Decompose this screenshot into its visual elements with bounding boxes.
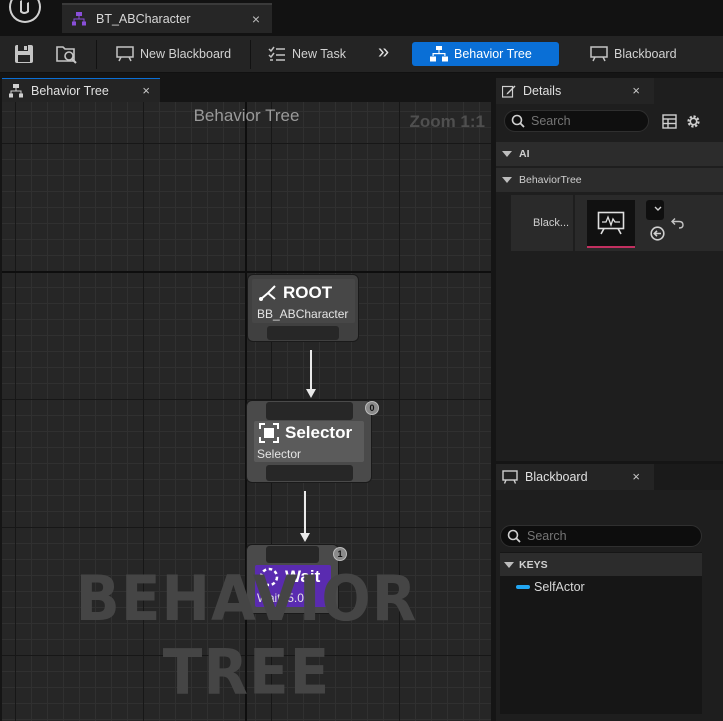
behavior-tree-editor: BT_ABCharacter × New Blackboard New Task… [0, 0, 723, 721]
root-node-subtitle: BB_ABCharacter [257, 307, 349, 321]
property-label-blackboard: Black... [533, 217, 570, 229]
selector-node-subtitle: Selector [257, 447, 302, 461]
unreal-logo-icon[interactable] [2, 0, 44, 30]
blackboard-icon [502, 470, 518, 484]
toolbar: New Blackboard New Task » Behavior Tree … [0, 36, 723, 73]
object-key-type-icon [516, 585, 530, 589]
asset-tab-bt-abcharacter[interactable]: BT_ABCharacter × [62, 3, 272, 33]
blackboard-key-name: SelfActor [534, 580, 585, 594]
details-search-input[interactable] [531, 114, 631, 128]
behavior-tree-icon [9, 83, 23, 97]
settings-gear-icon[interactable] [685, 113, 702, 130]
root-node-title: ROOT [259, 283, 332, 303]
new-blackboard-button[interactable]: New Blackboard [116, 42, 231, 66]
table-view-icon[interactable] [662, 114, 677, 129]
title-bar: BT_ABCharacter × [0, 0, 723, 36]
root-icon [259, 285, 276, 301]
search-icon [511, 114, 525, 128]
collapse-arrow-icon [502, 151, 512, 157]
blackboard-mode-label: Blackboard [614, 47, 677, 61]
use-selected-asset-icon[interactable] [650, 226, 665, 241]
blackboard-panel: Blackboard × KEYS SelfActor [496, 464, 723, 721]
selector-node-title: Selector [259, 423, 352, 443]
pencil-icon [502, 85, 516, 98]
graph-watermark: BEHAVIOR TREE [75, 561, 418, 709]
connection-arrowhead [306, 389, 316, 398]
selector-output-pin[interactable] [266, 465, 353, 481]
root-node[interactable]: ROOT BB_ABCharacter [247, 274, 359, 342]
collapse-arrow-icon [504, 561, 514, 568]
reset-to-default-icon[interactable] [671, 217, 684, 229]
tab-details-label: Details [523, 84, 562, 98]
category-behaviortree[interactable]: BehaviorTree [496, 168, 723, 192]
behavior-tree-mode-label: Behavior Tree [454, 47, 532, 61]
asset-tab-label: BT_ABCharacter [96, 12, 191, 26]
new-task-label: New Task [292, 47, 346, 61]
toolbar-separator [96, 40, 97, 69]
tab-blackboard[interactable]: Blackboard × [496, 464, 654, 490]
tab-behavior-tree-label: Behavior Tree [31, 83, 109, 98]
blackboard-key-row[interactable]: SelfActor [500, 577, 702, 597]
blackboard-mode-button[interactable]: Blackboard [590, 42, 677, 66]
toolbar-overflow-icon[interactable]: » [378, 40, 389, 64]
asset-picker-combo[interactable] [646, 200, 664, 220]
keys-category-header[interactable]: KEYS [500, 553, 702, 576]
blackboard-icon [116, 46, 134, 62]
tab-close-icon[interactable]: × [632, 469, 640, 484]
property-name-cell: Black... [511, 195, 573, 251]
blackboard-search-field[interactable] [500, 525, 702, 547]
collapse-arrow-icon [502, 177, 512, 183]
tab-behavior-tree[interactable]: Behavior Tree × [2, 78, 160, 102]
selector-node[interactable]: Selector Selector 0 [246, 400, 379, 483]
tab-blackboard-label: Blackboard [525, 470, 588, 484]
blackboard-asset-thumbnail[interactable] [587, 200, 635, 248]
behavior-tree-asset-icon [72, 12, 86, 26]
task-list-icon [268, 46, 285, 61]
new-task-button[interactable]: New Task [268, 42, 346, 66]
toolbar-separator [250, 40, 251, 69]
tab-close-icon[interactable]: × [632, 83, 640, 98]
execution-index-badge: 1 [333, 547, 347, 561]
blackboard-search-input[interactable] [527, 529, 627, 543]
save-icon[interactable] [14, 44, 34, 64]
graph-tab-bar: Behavior Tree × [0, 78, 490, 102]
execution-index-badge: 0 [365, 401, 379, 415]
selector-icon [259, 423, 279, 443]
chevron-down-icon [654, 206, 662, 211]
blackboard-thumbnail-icon [597, 211, 625, 235]
behavior-tree-icon [430, 46, 448, 62]
connection-arrowhead [300, 533, 310, 542]
selector-input-pin[interactable] [266, 402, 353, 420]
tab-details[interactable]: Details × [496, 78, 654, 104]
browse-asset-icon[interactable] [56, 44, 78, 64]
asset-tab-close-icon[interactable]: × [252, 11, 260, 27]
new-blackboard-label: New Blackboard [140, 47, 232, 61]
tab-close-icon[interactable]: × [142, 83, 150, 98]
category-ai[interactable]: AI [496, 142, 723, 166]
details-search-field[interactable] [504, 110, 649, 132]
blackboard-icon [590, 46, 608, 62]
graph-canvas[interactable]: Behavior Tree Zoom 1:1 ROOT BB_ABCharact… [2, 102, 491, 721]
behavior-tree-mode-button[interactable]: Behavior Tree [412, 42, 559, 66]
wait-input-pin[interactable] [266, 546, 319, 563]
details-panel: Details × AI BehaviorTree [496, 78, 723, 461]
root-output-pin[interactable] [267, 326, 339, 340]
search-icon [507, 529, 521, 543]
